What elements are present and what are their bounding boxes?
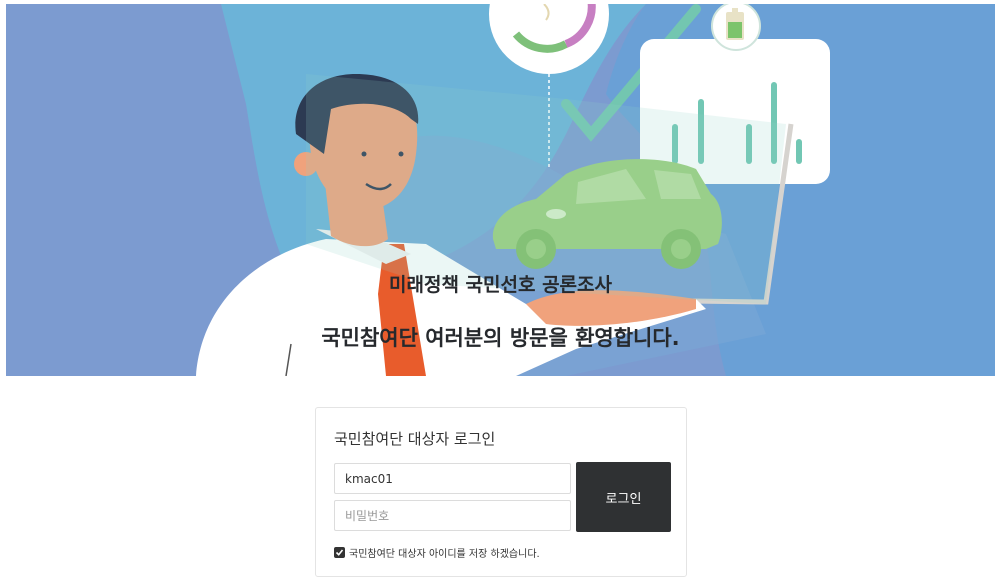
save-id-option[interactable]: 국민참여단 대상자 아이디를 저장 하겠습니다. [334,545,540,560]
save-id-checkbox[interactable] [334,547,345,558]
save-id-label: 국민참여단 대상자 아이디를 저장 하겠습니다. [349,549,540,560]
user-id-input[interactable] [334,463,571,494]
login-button[interactable]: 로그인 [576,462,671,532]
password-input[interactable] [334,500,571,531]
login-card: 국민참여단 대상자 로그인 로그인 국민참여단 대상자 아이디를 저장 하겠습니… [315,407,687,577]
login-title: 국민참여단 대상자 로그인 [334,430,496,448]
battery-icon [711,4,761,51]
hero-banner: 미래정책 국민선호 공론조사 국민참여단 여러분의 방문을 환영합니다. [6,4,995,376]
check-icon [335,549,344,556]
hero-illustration [196,4,995,376]
hero-subtitle: 국민참여단 여러분의 방문을 환영합니다. [321,326,680,350]
hero-title: 미래정책 국민선호 공론조사 [389,274,612,296]
